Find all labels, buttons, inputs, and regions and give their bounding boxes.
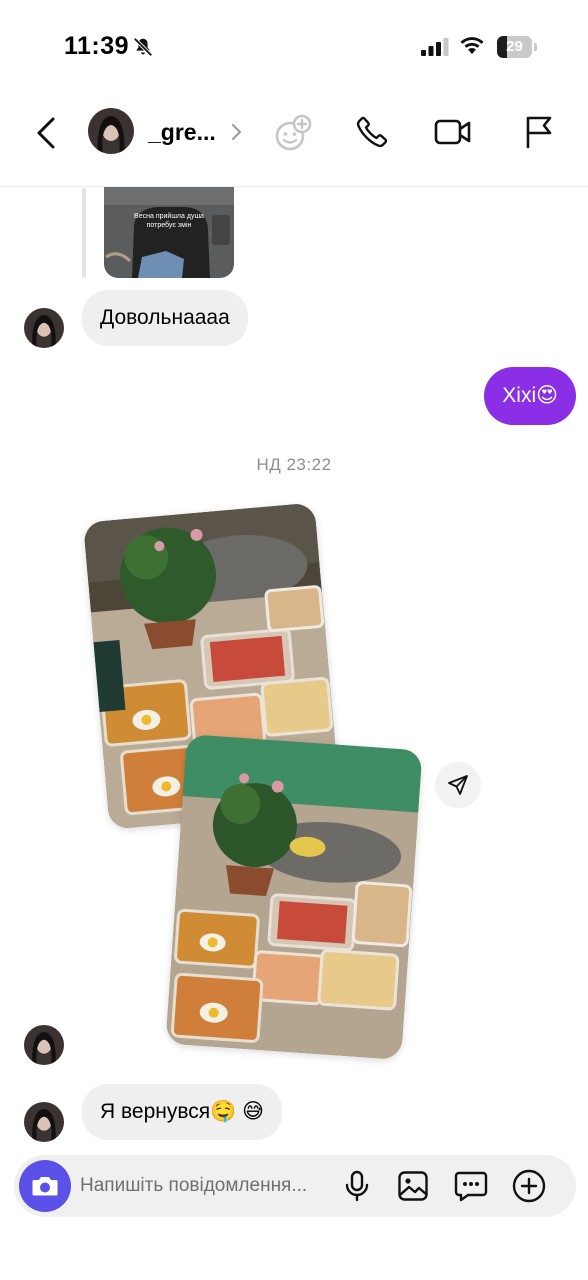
- share-button[interactable]: [435, 762, 481, 808]
- contact-avatar-small[interactable]: [24, 1102, 64, 1142]
- report-button[interactable]: [520, 112, 558, 152]
- contact-avatar[interactable]: [88, 108, 134, 154]
- message-input[interactable]: [80, 1165, 330, 1207]
- voice-message-button[interactable]: [338, 1167, 376, 1205]
- message-bubble-received[interactable]: Довольнаааа: [82, 290, 248, 346]
- more-options-button[interactable]: [510, 1167, 548, 1205]
- signal-icon: [421, 38, 449, 56]
- message-bubble-received[interactable]: Я вернувся🤤 😅: [82, 1084, 283, 1140]
- video-camera-icon: [434, 119, 471, 145]
- shared-post-image[interactable]: Весна прийшла душа потребує змін: [104, 187, 234, 278]
- effects-button[interactable]: [272, 112, 314, 154]
- silent-bell-icon: [133, 37, 153, 57]
- shared-post-caption: Весна прийшла душа потребує змін: [134, 213, 204, 229]
- battery-indicator: 29: [497, 36, 537, 58]
- video-call-button[interactable]: [432, 112, 474, 152]
- status-time: 11:39: [64, 32, 130, 60]
- wifi-icon: [460, 37, 484, 54]
- food-photo[interactable]: [165, 734, 423, 1060]
- gallery-button[interactable]: [394, 1167, 432, 1205]
- chat-header: _gre...: [0, 95, 588, 187]
- send-icon: [448, 775, 468, 795]
- flag-icon: [526, 116, 552, 149]
- chat-timestamp: НД 23:22: [256, 455, 332, 474]
- back-button[interactable]: [28, 113, 64, 153]
- camera-button[interactable]: [19, 1160, 71, 1212]
- contact-avatar-small[interactable]: [24, 1025, 64, 1065]
- chevron-left-icon: [37, 117, 55, 149]
- microphone-icon: [345, 1170, 369, 1202]
- plus-circle-icon: [512, 1169, 546, 1203]
- stickers-button[interactable]: [452, 1167, 490, 1205]
- reply-indicator: [82, 188, 86, 278]
- message-composer: [14, 1155, 576, 1217]
- contact-avatar-small[interactable]: [24, 308, 64, 348]
- chevron-right-icon: [232, 124, 241, 140]
- battery-percent: 29: [506, 38, 523, 55]
- camera-icon: [32, 1177, 58, 1196]
- phone-icon: [356, 116, 388, 148]
- audio-call-button[interactable]: [352, 112, 392, 152]
- message-bubble-sent[interactable]: Xixi😍: [484, 367, 576, 425]
- sticker-chat-icon: [454, 1171, 488, 1202]
- image-gallery-icon: [398, 1171, 428, 1201]
- status-bar: 11:39 29: [0, 0, 588, 95]
- sticker-effects-icon: [275, 114, 312, 151]
- contact-username[interactable]: _gre...: [148, 119, 216, 146]
